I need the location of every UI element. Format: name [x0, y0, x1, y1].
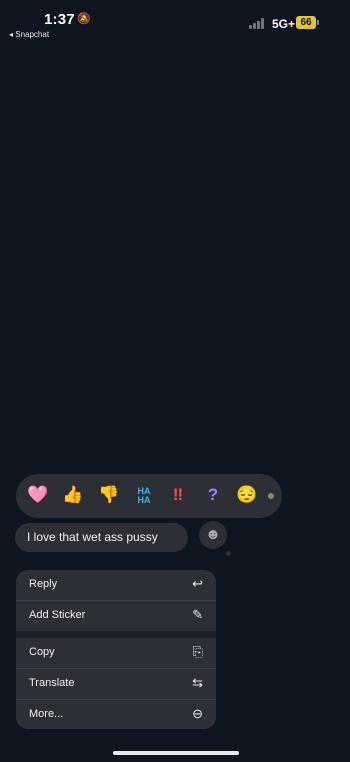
- tapback-tail: [226, 551, 231, 556]
- translate-icon: ⇆: [192, 675, 203, 690]
- menu-item-label: Add Sticker: [29, 609, 86, 621]
- add-emoji-icon[interactable]: ☻: [199, 521, 227, 549]
- menu-item-more[interactable]: More... ⊖: [16, 700, 216, 729]
- message-bubble[interactable]: I love that wet ass pussy: [15, 523, 188, 552]
- battery-tip: [317, 20, 319, 25]
- more-reactions-icon[interactable]: ●: [265, 484, 277, 506]
- emoji-reaction[interactable]: 😔: [236, 484, 258, 506]
- menu-item-add-sticker[interactable]: Add Sticker ✎: [16, 601, 216, 631]
- signal-icon: [249, 18, 266, 29]
- menu-item-reply[interactable]: Reply ↩: [16, 570, 216, 600]
- back-to-app-link[interactable]: ◂ Snapchat: [9, 30, 49, 39]
- menu-item-translate[interactable]: Translate ⇆: [16, 669, 216, 699]
- network-type: 5G+: [272, 17, 296, 31]
- battery-icon: 66: [296, 16, 316, 29]
- menu-item-label: Copy: [29, 646, 55, 658]
- status-bar: 1:37 🔕 ◂ Snapchat 5G+ 66: [0, 0, 350, 46]
- thumbs-down-reaction[interactable]: 👎: [98, 484, 120, 506]
- menu-item-label: Reply: [29, 578, 58, 590]
- exclamation-reaction[interactable]: ‼: [167, 484, 189, 506]
- context-menu: Reply ↩ Add Sticker ✎ Copy ⎘ Translate ⇆…: [16, 570, 216, 729]
- bell-slash-icon: 🔕: [77, 13, 91, 25]
- question-reaction[interactable]: ?: [202, 484, 224, 506]
- copy-icon: ⎘: [192, 644, 203, 659]
- sticker-icon: ✎: [192, 607, 203, 622]
- clock: 1:37: [44, 11, 75, 28]
- menu-item-label: Translate: [29, 677, 75, 689]
- more-icon: ⊖: [192, 706, 203, 721]
- message-text: I love that wet ass pussy: [27, 530, 158, 544]
- menu-item-label: More...: [29, 708, 64, 720]
- thumbs-up-reaction[interactable]: 👍: [62, 484, 84, 506]
- reaction-bar: 🩷 👍 👎 HA HA ‼ ? 😔 ●: [16, 474, 282, 518]
- heart-reaction[interactable]: 🩷: [27, 484, 49, 506]
- menu-section-gap: [16, 631, 216, 638]
- home-indicator[interactable]: [113, 751, 239, 755]
- reply-icon: ↩: [192, 576, 203, 591]
- menu-item-copy[interactable]: Copy ⎘: [16, 638, 216, 668]
- haha-reaction[interactable]: HA HA: [133, 487, 155, 509]
